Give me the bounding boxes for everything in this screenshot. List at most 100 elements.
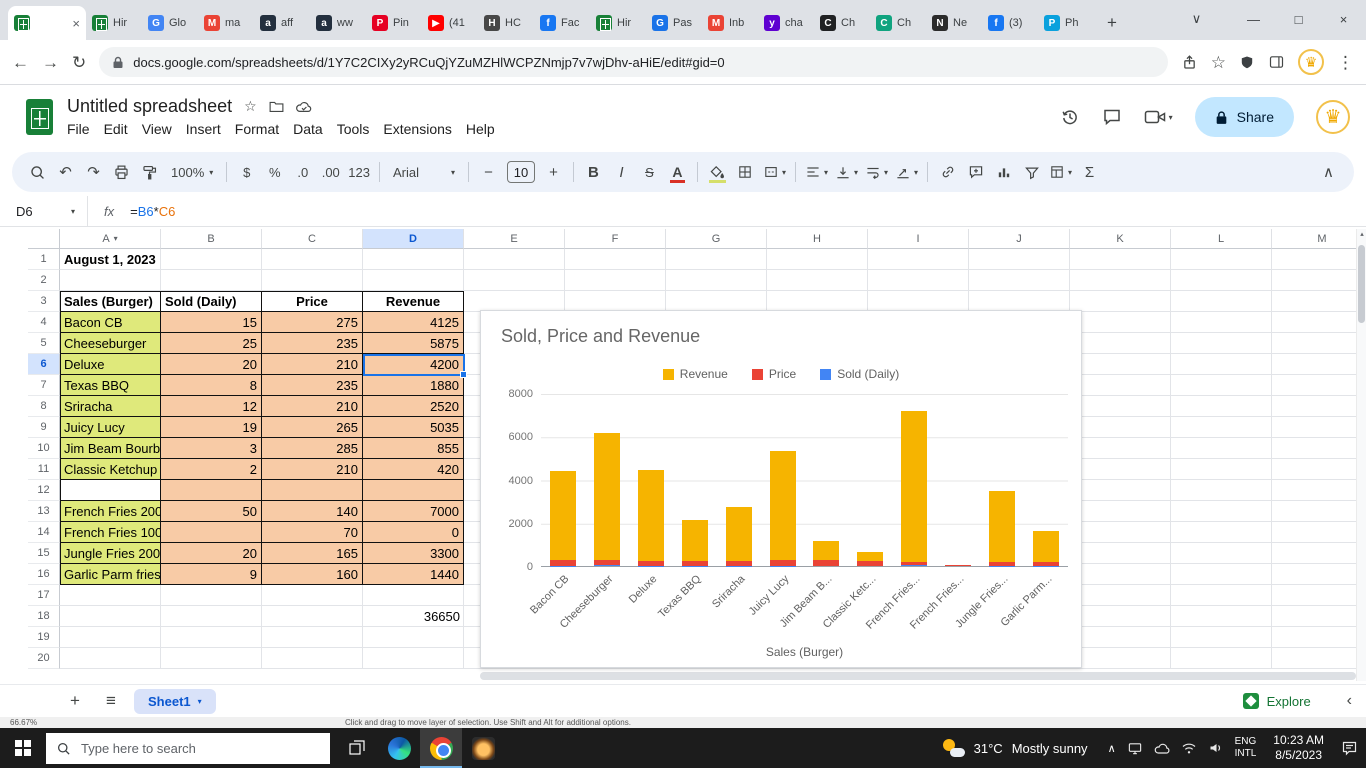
sheets-logo[interactable] (26, 99, 53, 135)
horizontal-align-icon[interactable]: ▾ (802, 159, 831, 186)
row-header[interactable]: 6 (28, 354, 60, 375)
cell-a[interactable] (60, 606, 161, 627)
menu-item[interactable]: Help (459, 120, 502, 138)
cell-c[interactable] (262, 648, 363, 669)
share-button[interactable]: Share (1194, 97, 1294, 137)
insert-chart-icon[interactable] (990, 159, 1017, 186)
cell-b[interactable]: 20 (161, 354, 262, 375)
start-button[interactable] (0, 728, 46, 768)
column-header[interactable]: J▾ (969, 229, 1070, 249)
browser-tab[interactable]: C Ch × (814, 6, 870, 40)
browser-menu-kebab-icon[interactable]: ⋮ (1337, 54, 1354, 71)
chrome-icon[interactable] (420, 728, 462, 768)
menu-item[interactable]: Tools (330, 120, 377, 138)
cell-b[interactable] (161, 270, 262, 291)
menu-item[interactable]: Extensions (376, 120, 458, 138)
search-icon[interactable] (24, 159, 51, 186)
row-header[interactable]: 8 (28, 396, 60, 417)
cell-a[interactable]: Texas BBQ (60, 375, 161, 396)
cell-d[interactable]: 1440 (363, 564, 464, 585)
column-header[interactable]: D▾ (363, 229, 464, 249)
fill-color-icon[interactable] (704, 159, 731, 186)
meet-video-icon[interactable]: ▾ (1144, 108, 1173, 126)
cell-a[interactable] (60, 480, 161, 501)
cell-b[interactable]: 25 (161, 333, 262, 354)
row-header[interactable]: 11 (28, 459, 60, 480)
menu-item[interactable]: View (135, 120, 179, 138)
cell-b[interactable]: 2 (161, 459, 262, 480)
row-header[interactable]: 15 (28, 543, 60, 564)
cell-a[interactable]: August 1, 2023 (60, 249, 161, 270)
column-header[interactable]: C▾ (262, 229, 363, 249)
row-header[interactable]: 19 (28, 627, 60, 648)
column-header[interactable]: I▾ (868, 229, 969, 249)
cell-a[interactable]: Deluxe (60, 354, 161, 375)
menu-item[interactable]: Insert (179, 120, 228, 138)
window-minimize-button[interactable]: — (1231, 12, 1276, 27)
column-header[interactable]: A ▾ (60, 229, 161, 249)
cell-c[interactable] (262, 627, 363, 648)
cell-b[interactable]: 12 (161, 396, 262, 417)
search-input[interactable] (79, 739, 320, 757)
menu-item[interactable]: File (60, 120, 97, 138)
menu-item[interactable]: Format (228, 120, 286, 138)
browser-tab[interactable]: M ma × (198, 6, 254, 40)
taskbar-clock[interactable]: 10:23 AM 8/5/2023 (1267, 733, 1330, 763)
vertical-align-icon[interactable]: ▾ (832, 159, 861, 186)
forward-button[interactable]: → (42, 54, 59, 71)
redo-icon[interactable]: ↷ (80, 159, 107, 186)
cell-b[interactable] (161, 606, 262, 627)
row-header[interactable]: 20 (28, 648, 60, 669)
browser-tab[interactable]: ▶ (41 × (422, 6, 478, 40)
more-formats-button[interactable]: 123 (345, 159, 373, 186)
cell-a[interactable]: Juicy Lucy (60, 417, 161, 438)
increase-font-size-button[interactable]: + (540, 159, 567, 186)
cell-c[interactable]: 165 (262, 543, 363, 564)
action-center-icon[interactable] (1341, 740, 1358, 756)
cell-d[interactable]: 4125 (363, 312, 464, 333)
bookmark-star-icon[interactable]: ☆ (1211, 54, 1226, 71)
browser-tab[interactable]: Hir × (590, 6, 646, 40)
cell-c[interactable]: Price (262, 291, 363, 312)
cell-c[interactable]: 140 (262, 501, 363, 522)
borders-icon[interactable] (732, 159, 759, 186)
insert-comment-icon[interactable] (962, 159, 989, 186)
row-header[interactable]: 7 (28, 375, 60, 396)
row-header[interactable]: 18 (28, 606, 60, 627)
cell-c[interactable]: 265 (262, 417, 363, 438)
task-view-button[interactable] (336, 728, 378, 768)
italic-button[interactable]: I (608, 159, 635, 186)
column-header[interactable]: H▾ (767, 229, 868, 249)
display-tray-icon[interactable] (1127, 741, 1143, 756)
cell-a[interactable]: Jungle Fries 200 (60, 543, 161, 564)
paint-format-icon[interactable] (136, 159, 163, 186)
taskbar-search[interactable] (46, 732, 330, 764)
cell-c[interactable] (262, 606, 363, 627)
cell-c[interactable] (262, 249, 363, 270)
url-bar[interactable]: docs.google.com/spreadsheets/d/1Y7C2CIXy… (99, 47, 1168, 77)
tray-expand-icon[interactable]: ∧ (1108, 742, 1116, 755)
wifi-tray-icon[interactable] (1181, 742, 1197, 755)
decrease-font-size-button[interactable]: − (475, 159, 502, 186)
collapse-panel-icon[interactable]: ‹ (1347, 692, 1352, 710)
text-wrap-icon[interactable]: ▾ (862, 159, 891, 186)
browser-tab[interactable]: × (8, 6, 86, 40)
cell-b[interactable] (161, 480, 262, 501)
cell-c[interactable]: 210 (262, 459, 363, 480)
chart[interactable]: Sold, Price and Revenue Revenue Price Sold… (480, 310, 1082, 668)
menu-item[interactable]: Edit (97, 120, 135, 138)
cell-b[interactable]: Sold (Daily) (161, 291, 262, 312)
cell-a[interactable]: French Fries 100g (60, 522, 161, 543)
vertical-scrollbar[interactable]: ▴ (1356, 229, 1366, 681)
cell-b[interactable]: 50 (161, 501, 262, 522)
account-avatar[interactable]: ♛ (1316, 100, 1350, 134)
browser-tab[interactable]: M Inb × (702, 6, 758, 40)
font-size-input[interactable]: 10 (506, 161, 535, 183)
row-header[interactable]: 3 (28, 291, 60, 312)
cell-b[interactable] (161, 585, 262, 606)
cell-b[interactable]: 8 (161, 375, 262, 396)
new-tab-button[interactable]: + (1098, 9, 1126, 37)
cell-c[interactable]: 285 (262, 438, 363, 459)
table-views-icon[interactable]: ▾ (1046, 159, 1075, 186)
move-to-folder-icon[interactable] (269, 100, 284, 113)
